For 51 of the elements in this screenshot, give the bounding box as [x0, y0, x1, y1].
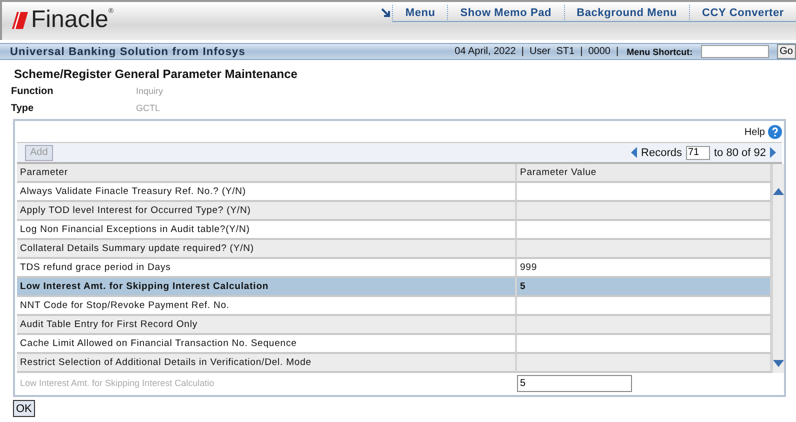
value-cell[interactable]: [517, 297, 772, 316]
session-info: 04 April, 2022 | User ST1 | 0000 |: [454, 46, 619, 57]
parameter-cell[interactable]: Cache Limit Allowed on Financial Transaction No. Sequence: [17, 335, 517, 354]
value-cell[interactable]: 5: [517, 278, 772, 297]
value-cell[interactable]: [517, 202, 772, 221]
logo-icon: [12, 12, 28, 28]
parameter-cell[interactable]: TDS refund grace period in Days: [17, 259, 517, 278]
parameter-cell[interactable]: Low Interest Amt. for Skipping Interest Calculation: [17, 278, 517, 297]
parameter-cell[interactable]: Restrict Selection of Additional Details in Verification/Del. Mode: [17, 354, 517, 373]
column-header: Parameter Value: [517, 164, 772, 183]
value-cell[interactable]: [517, 354, 772, 373]
go-button[interactable]: Go: [776, 44, 796, 59]
shortcut-label: Menu Shortcut:: [626, 46, 693, 56]
parameter-cell[interactable]: Apply TOD level Interest for Occurred Type? (Y/N): [17, 202, 517, 221]
value-cell[interactable]: [517, 183, 772, 202]
banner-title: Universal Banking Solution from Infosys: [10, 46, 246, 58]
parameter-cell[interactable]: Log Non Financial Exceptions in Audit table?(Y/N): [17, 221, 517, 240]
parameter-cell[interactable]: Collateral Details Summary update required? (Y/N): [17, 240, 517, 259]
menu-link[interactable]: Background Menu: [564, 5, 690, 22]
help-link[interactable]: Help: [744, 126, 765, 138]
menu-link[interactable]: Show Memo Pad: [447, 5, 564, 22]
records-range: to 80 of 92: [714, 146, 766, 158]
menu-link[interactable]: Menu: [392, 5, 448, 22]
edit-label: Low Interest Amt. for Skipping Interest Calculatio: [19, 377, 216, 390]
parameter-cell[interactable]: Always Validate Finacle Treasury Ref. No.? (Y/N): [17, 183, 517, 202]
value-cell[interactable]: [517, 240, 772, 259]
parameter-cell[interactable]: NNT Code for Stop/Revoke Payment Ref. No.: [17, 297, 517, 316]
field-label: Function: [11, 86, 54, 96]
record-field[interactable]: 71: [686, 146, 710, 160]
value-cell[interactable]: [517, 316, 772, 335]
scroll-down-icon[interactable]: [773, 360, 784, 367]
value-field[interactable]: 5: [517, 375, 632, 392]
column-header: Parameter: [17, 164, 517, 183]
shortcut-field[interactable]: [700, 45, 769, 58]
field-value: GCTL: [136, 103, 160, 113]
menu-link[interactable]: CCY Converter: [689, 5, 796, 22]
value-cell[interactable]: [517, 335, 772, 354]
page-title: Scheme/Register General Parameter Maintenance: [13, 66, 298, 81]
field-value: Inquiry: [136, 86, 164, 96]
field-label: Type: [11, 102, 35, 114]
scrollbar[interactable]: [772, 164, 784, 373]
value-cell[interactable]: 999: [517, 259, 772, 278]
scroll-up-icon[interactable]: [773, 188, 784, 195]
arrow-icon[interactable]: [380, 8, 392, 19]
next-icon[interactable]: [770, 147, 776, 158]
ok-button[interactable]: OK: [13, 400, 35, 417]
value-cell[interactable]: [517, 221, 772, 240]
previous-icon[interactable]: [631, 147, 638, 158]
parameter-cell[interactable]: Audit Table Entry for First Record Only: [17, 316, 517, 335]
records-label: Records: [641, 146, 682, 158]
help-icon[interactable]: [768, 125, 782, 139]
